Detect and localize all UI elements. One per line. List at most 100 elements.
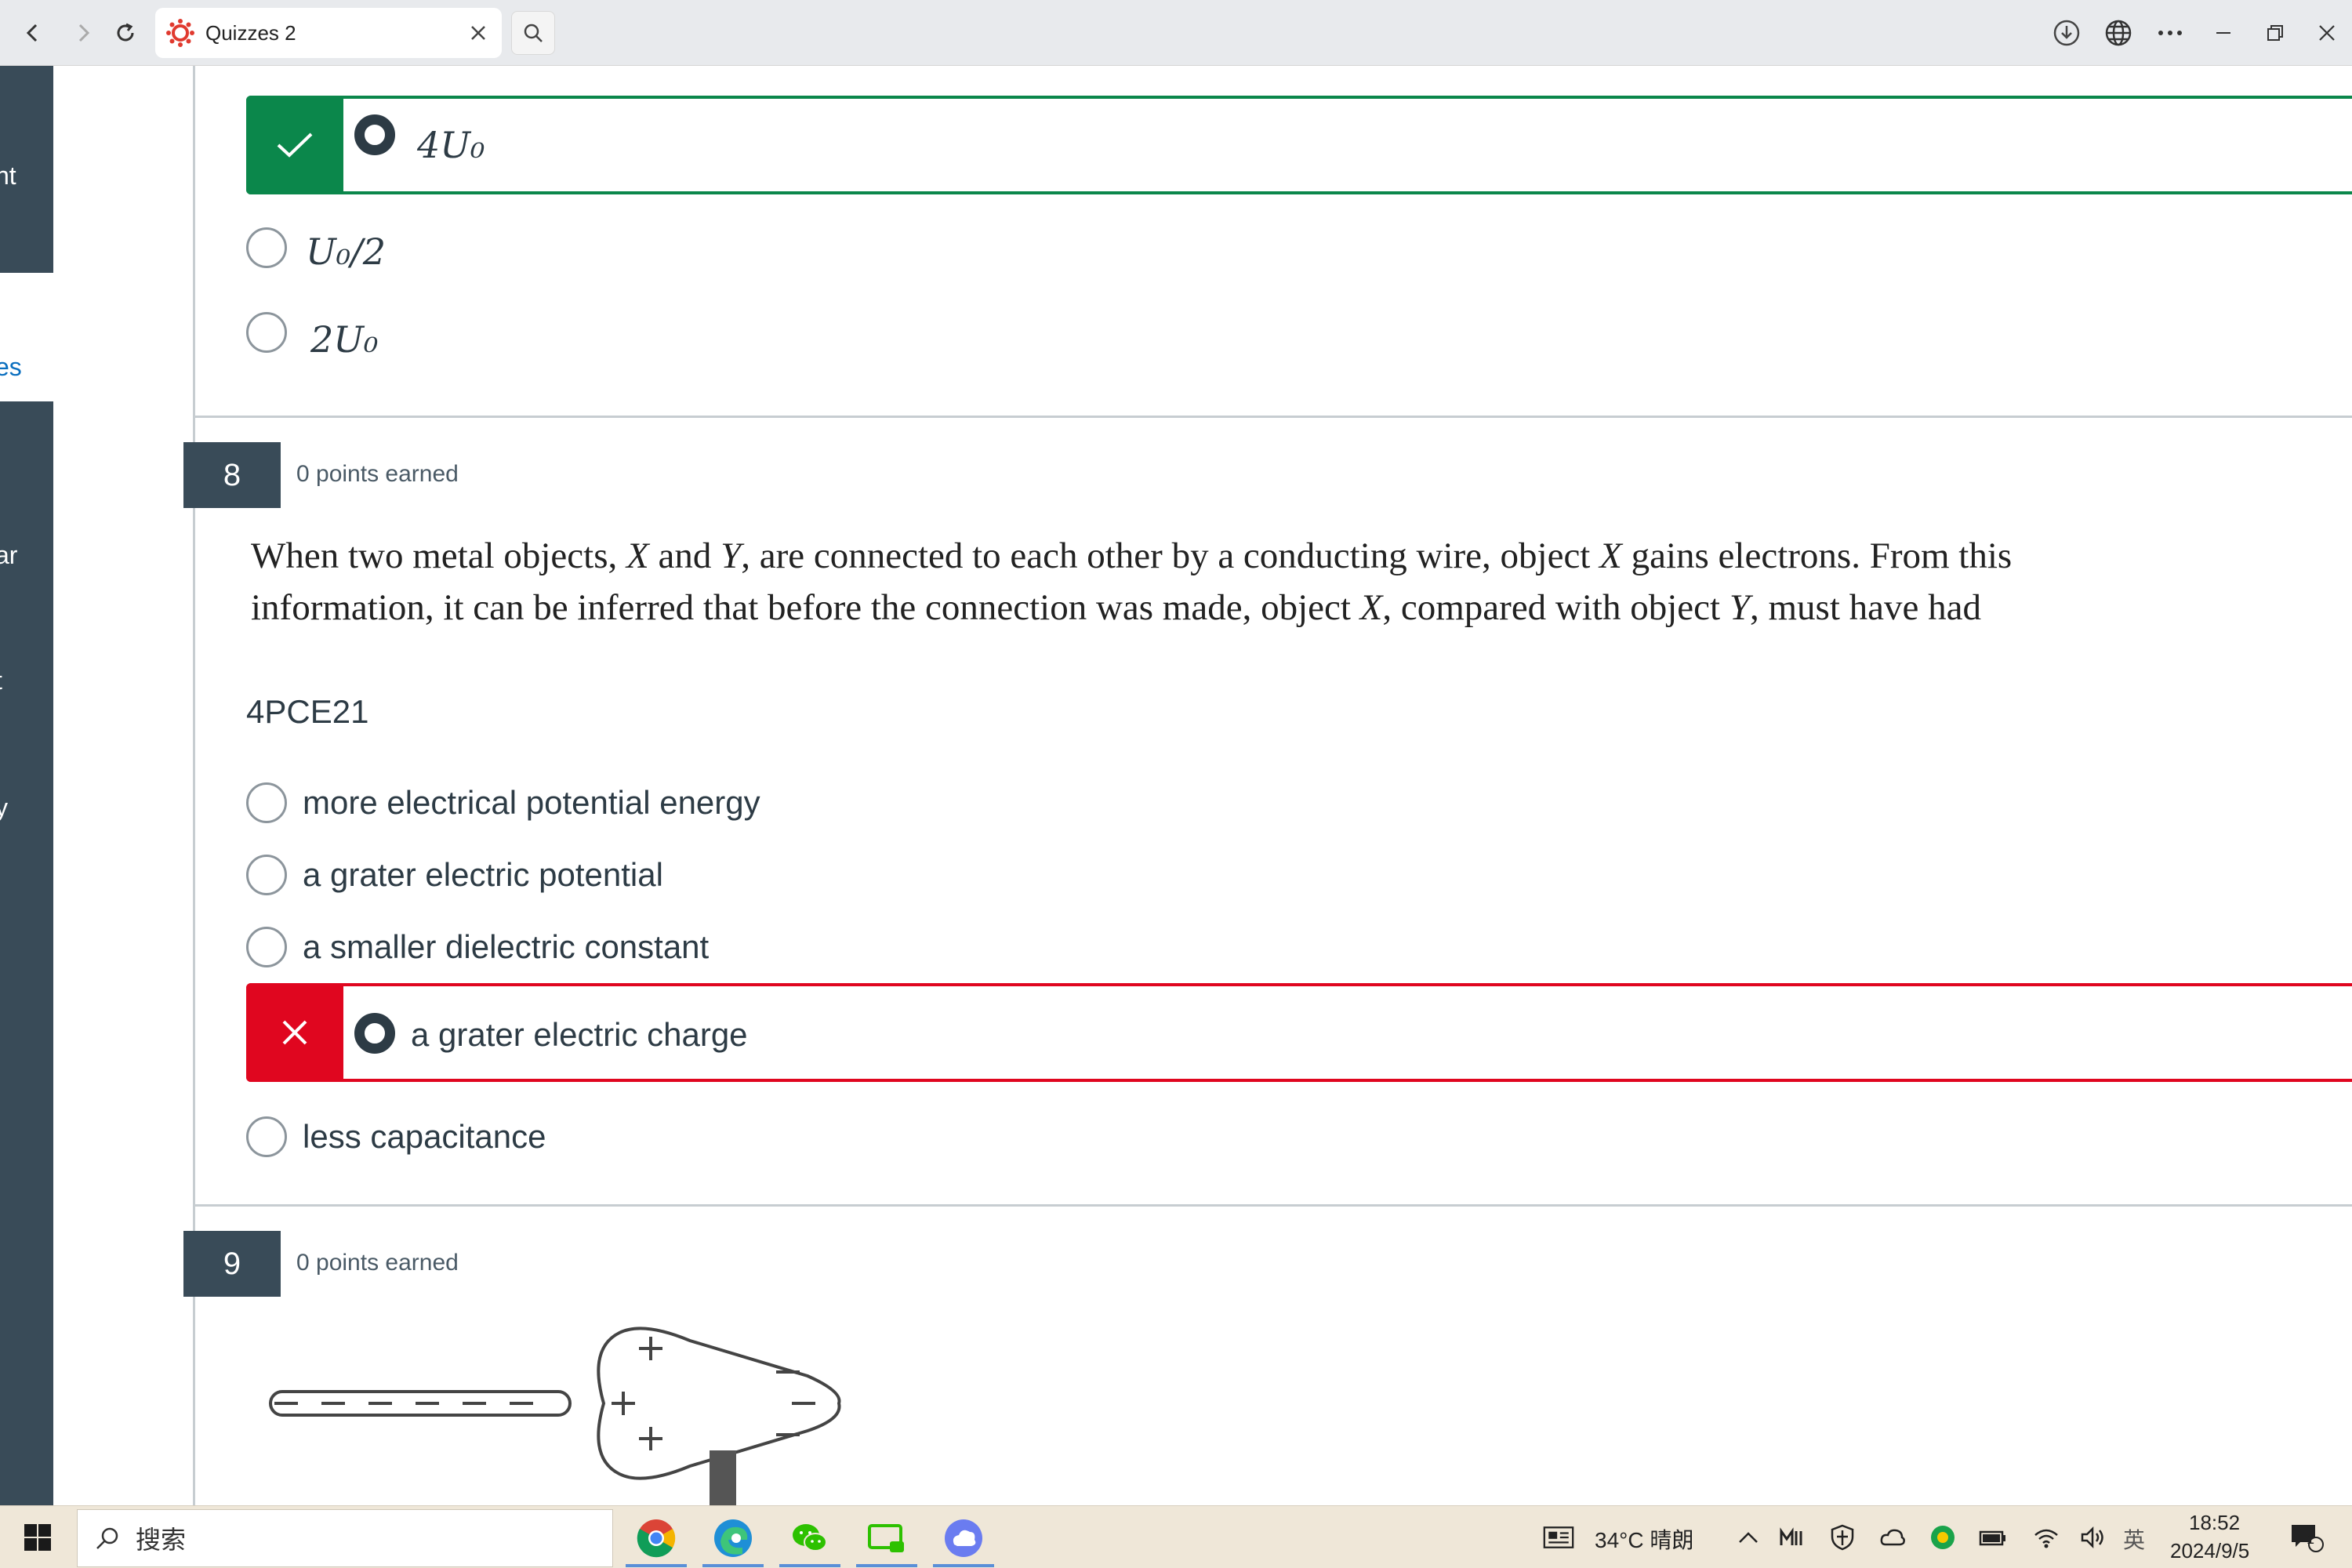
radio-option[interactable] (246, 1116, 287, 1157)
show-hidden-icons[interactable] (1733, 1522, 1764, 1553)
shield-icon (1831, 1524, 1854, 1551)
tray-app-icon[interactable] (1777, 1522, 1808, 1553)
edge-app[interactable] (701, 1509, 765, 1567)
back-button[interactable] (14, 14, 52, 52)
radio-option[interactable] (246, 312, 287, 353)
cloud-icon (945, 1519, 982, 1557)
minimize-button[interactable] (2203, 13, 2244, 53)
nav-item-3-active[interactable]: es (0, 273, 53, 401)
reload-button[interactable] (107, 14, 144, 52)
more-menu-button[interactable] (2150, 13, 2190, 53)
chevron-up-icon (1739, 1532, 1758, 1543)
correct-flag (246, 96, 343, 194)
x-mark-icon (282, 1020, 307, 1045)
clock-time[interactable]: 18:52 (2189, 1511, 2240, 1535)
question-number: 8 (183, 442, 281, 508)
wechat-app[interactable] (778, 1509, 842, 1567)
checkmark-icon (277, 132, 313, 158)
restore-button[interactable] (2255, 13, 2296, 53)
points-earned: 0 points earned (296, 1250, 459, 1276)
canvas-logo-icon (166, 19, 194, 47)
nav-item-4[interactable]: ar (0, 492, 53, 618)
forward-arrow-icon (78, 24, 90, 42)
wifi-tray-icon[interactable] (2031, 1522, 2062, 1553)
answer-option: less capacitance (303, 1118, 546, 1155)
radio-option[interactable] (246, 927, 287, 967)
tab-title: Quizzes 2 (205, 20, 296, 45)
question-divider (195, 1204, 2352, 1207)
taskbar-search[interactable]: 搜索 (77, 1509, 613, 1567)
globe-icon (2105, 20, 2132, 46)
answer-option: a smaller dielectric constant (303, 928, 710, 965)
status-icon (1931, 1526, 1955, 1549)
screen-app[interactable] (855, 1509, 919, 1567)
monitor-icon (868, 1524, 904, 1552)
incorrect-flag (246, 983, 343, 1082)
close-icon (2319, 25, 2335, 41)
download-icon (2053, 20, 2080, 46)
notification-center[interactable]: 1 (2285, 1522, 2328, 1553)
notification-count: 1 (2307, 1531, 2315, 1547)
meter-icon (1780, 1527, 1802, 1545)
news-icon (1543, 1526, 1574, 1548)
option-u0-half: U₀/2 (306, 230, 386, 273)
answer-option-selected: a grater electric charge (411, 1016, 748, 1053)
ime-indicator[interactable]: 英 (2123, 1523, 2145, 1555)
question-text: When two metal objects, X and Y, are con… (251, 535, 2013, 628)
security-tray-icon[interactable] (1827, 1522, 1858, 1553)
reload-icon (117, 23, 134, 42)
battery-icon (1979, 1530, 2005, 1546)
course-nav: nt ard es ar t y (0, 66, 53, 1505)
chrome-icon (637, 1519, 676, 1558)
clock-date[interactable]: 2024/9/5 (2170, 1539, 2249, 1563)
edge-icon (714, 1519, 752, 1557)
forward-button[interactable] (64, 14, 102, 52)
restore-icon (2267, 25, 2283, 41)
start-button[interactable] (16, 1517, 60, 1558)
back-arrow-icon (26, 24, 38, 42)
cloud-app[interactable] (931, 1509, 996, 1567)
green-tray-icon[interactable] (1927, 1522, 1958, 1553)
search-icon (96, 1527, 118, 1549)
volume-tray-icon[interactable] (2078, 1522, 2109, 1553)
close-icon (471, 26, 485, 40)
answer-correct-box (246, 96, 2352, 194)
radio-option[interactable] (246, 227, 287, 268)
nav-item-5[interactable]: t (0, 618, 53, 743)
browser-tab[interactable]: Quizzes 2 (155, 8, 502, 58)
question-code: 4PCE21 (246, 693, 369, 730)
browser-titlebar: Quizzes 2 (0, 0, 2352, 66)
nav-item-1[interactable]: nt (0, 113, 53, 238)
speaker-icon (2081, 1526, 2103, 1549)
weather-text[interactable]: 34°C 晴朗 (1595, 1523, 1693, 1555)
wechat-icon (793, 1524, 827, 1552)
network-tray-icon[interactable] (1877, 1522, 1908, 1553)
option-4u0: 4U₀ (417, 124, 485, 166)
tab-close-button[interactable] (463, 17, 494, 49)
weather-widget-icon[interactable] (1543, 1522, 1574, 1553)
radio-selected[interactable] (354, 114, 395, 155)
minimize-icon (2216, 32, 2230, 34)
option-2u0: 2U₀ (310, 318, 379, 361)
nav-item-6[interactable]: y (0, 745, 53, 870)
downloads-button[interactable] (2046, 13, 2087, 53)
tab-search-button[interactable] (511, 11, 555, 55)
points-earned: 0 points earned (296, 461, 459, 487)
taskbar: 搜索 34°C 晴朗 英 18:52 2024/9/5 1 (0, 1505, 2352, 1568)
charged-rod-diagram (269, 1327, 841, 1505)
windows-logo-icon (24, 1524, 51, 1551)
more-dots-icon (2158, 31, 2182, 35)
close-window-button[interactable] (2307, 13, 2347, 53)
chrome-app[interactable] (624, 1509, 688, 1567)
wifi-icon (2034, 1529, 2058, 1548)
radio-option[interactable] (246, 782, 287, 823)
cloud-sync-icon (1880, 1529, 1905, 1546)
translate-button[interactable] (2098, 13, 2139, 53)
answer-option: more electrical potential energy (303, 784, 760, 821)
question-number: 9 (183, 1231, 281, 1297)
radio-option[interactable] (246, 855, 287, 895)
radio-selected[interactable] (354, 1013, 395, 1054)
search-icon (524, 24, 543, 42)
answer-option: a grater electric potential (303, 856, 663, 893)
battery-tray-icon[interactable] (1977, 1522, 2009, 1553)
